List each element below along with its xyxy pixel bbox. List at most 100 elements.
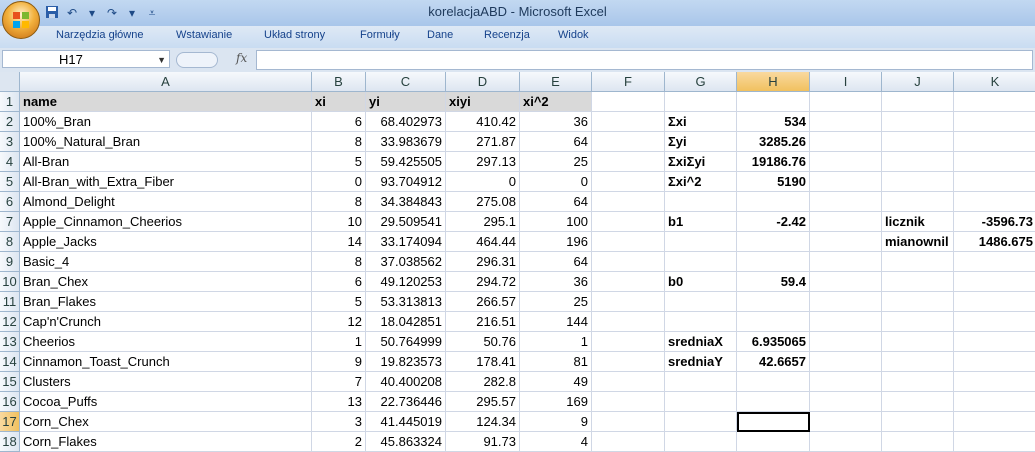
cell-b1[interactable]: xi	[312, 92, 366, 112]
cell-h4[interactable]: 19186.76	[737, 152, 810, 172]
cell-f2[interactable]	[592, 112, 665, 132]
cell-j16[interactable]	[882, 392, 954, 412]
cell-d3[interactable]: 271.87	[446, 132, 520, 152]
cell-h9[interactable]	[737, 252, 810, 272]
cell-b3[interactable]: 8	[312, 132, 366, 152]
cell-j11[interactable]	[882, 292, 954, 312]
cell-h17[interactable]	[737, 412, 810, 432]
select-all-corner[interactable]	[0, 72, 20, 92]
cell-a12[interactable]: Cap'n'Crunch	[20, 312, 312, 332]
cell-e13[interactable]: 1	[520, 332, 592, 352]
cell-a2[interactable]: 100%_Bran	[20, 112, 312, 132]
cell-d12[interactable]: 216.51	[446, 312, 520, 332]
cell-a10[interactable]: Bran_Chex	[20, 272, 312, 292]
tab-view[interactable]: Widok	[558, 29, 589, 41]
cell-c12[interactable]: 18.042851	[366, 312, 446, 332]
cell-f5[interactable]	[592, 172, 665, 192]
cell-e10[interactable]: 36	[520, 272, 592, 292]
cell-g18[interactable]	[665, 432, 737, 452]
cell-e11[interactable]: 25	[520, 292, 592, 312]
row-header-15[interactable]: 15	[0, 372, 20, 392]
cell-c1[interactable]: yi	[366, 92, 446, 112]
cell-j4[interactable]	[882, 152, 954, 172]
cell-e9[interactable]: 64	[520, 252, 592, 272]
cell-c4[interactable]: 59.425505	[366, 152, 446, 172]
row-header-9[interactable]: 9	[0, 252, 20, 272]
cell-c13[interactable]: 50.764999	[366, 332, 446, 352]
cell-b17[interactable]: 3	[312, 412, 366, 432]
cell-b16[interactable]: 13	[312, 392, 366, 412]
row-header-12[interactable]: 12	[0, 312, 20, 332]
cell-h10[interactable]: 59.4	[737, 272, 810, 292]
cell-e3[interactable]: 64	[520, 132, 592, 152]
cell-d1[interactable]: xiyi	[446, 92, 520, 112]
cell-j15[interactable]	[882, 372, 954, 392]
cell-i10[interactable]	[810, 272, 882, 292]
column-header-i[interactable]: I	[810, 72, 882, 92]
cell-h7[interactable]: -2.42	[737, 212, 810, 232]
cell-i15[interactable]	[810, 372, 882, 392]
cell-a5[interactable]: All-Bran_with_Extra_Fiber	[20, 172, 312, 192]
cell-g13[interactable]: sredniaX	[665, 332, 737, 352]
cell-f15[interactable]	[592, 372, 665, 392]
column-header-j[interactable]: J	[882, 72, 954, 92]
cell-h16[interactable]	[737, 392, 810, 412]
cell-k6[interactable]	[954, 192, 1035, 212]
cell-h1[interactable]	[737, 92, 810, 112]
cell-i7[interactable]	[810, 212, 882, 232]
cell-j3[interactable]	[882, 132, 954, 152]
cell-c3[interactable]: 33.983679	[366, 132, 446, 152]
cell-j6[interactable]	[882, 192, 954, 212]
cell-b6[interactable]: 8	[312, 192, 366, 212]
cell-g12[interactable]	[665, 312, 737, 332]
cell-a14[interactable]: Cinnamon_Toast_Crunch	[20, 352, 312, 372]
cell-h5[interactable]: 5190	[737, 172, 810, 192]
cell-g14[interactable]: sredniaY	[665, 352, 737, 372]
cell-f4[interactable]	[592, 152, 665, 172]
cell-h12[interactable]	[737, 312, 810, 332]
cell-h2[interactable]: 534	[737, 112, 810, 132]
cell-j7[interactable]: licznik	[882, 212, 954, 232]
cell-i13[interactable]	[810, 332, 882, 352]
cell-h18[interactable]	[737, 432, 810, 452]
cell-d13[interactable]: 50.76	[446, 332, 520, 352]
cell-k5[interactable]	[954, 172, 1035, 192]
cell-k7[interactable]: -3596.73	[954, 212, 1035, 232]
row-header-6[interactable]: 6	[0, 192, 20, 212]
tab-page-layout[interactable]: Układ strony	[264, 29, 325, 41]
cell-b14[interactable]: 9	[312, 352, 366, 372]
cell-j5[interactable]	[882, 172, 954, 192]
row-header-4[interactable]: 4	[0, 152, 20, 172]
row-header-7[interactable]: 7	[0, 212, 20, 232]
cell-k11[interactable]	[954, 292, 1035, 312]
cell-c14[interactable]: 19.823573	[366, 352, 446, 372]
cell-e7[interactable]: 100	[520, 212, 592, 232]
cell-h6[interactable]	[737, 192, 810, 212]
cell-g1[interactable]	[665, 92, 737, 112]
cell-i2[interactable]	[810, 112, 882, 132]
cell-g7[interactable]: b1	[665, 212, 737, 232]
cell-g17[interactable]	[665, 412, 737, 432]
cell-j17[interactable]	[882, 412, 954, 432]
cell-j14[interactable]	[882, 352, 954, 372]
cell-k9[interactable]	[954, 252, 1035, 272]
cell-d8[interactable]: 464.44	[446, 232, 520, 252]
office-button[interactable]	[2, 1, 40, 39]
cell-i12[interactable]	[810, 312, 882, 332]
cell-f7[interactable]	[592, 212, 665, 232]
row-header-2[interactable]: 2	[0, 112, 20, 132]
tab-formulas[interactable]: Formuły	[360, 29, 400, 41]
cell-j12[interactable]	[882, 312, 954, 332]
cell-e1[interactable]: xi^2	[520, 92, 592, 112]
cell-k1[interactable]	[954, 92, 1035, 112]
cell-a13[interactable]: Cheerios	[20, 332, 312, 352]
cell-k4[interactable]	[954, 152, 1035, 172]
tab-review[interactable]: Recenzja	[484, 29, 530, 41]
cell-c18[interactable]: 45.863324	[366, 432, 446, 452]
column-header-b[interactable]: B	[312, 72, 366, 92]
cell-e12[interactable]: 144	[520, 312, 592, 332]
cell-e16[interactable]: 169	[520, 392, 592, 412]
row-header-17[interactable]: 17	[0, 412, 20, 432]
cell-c15[interactable]: 40.400208	[366, 372, 446, 392]
column-header-c[interactable]: C	[366, 72, 446, 92]
